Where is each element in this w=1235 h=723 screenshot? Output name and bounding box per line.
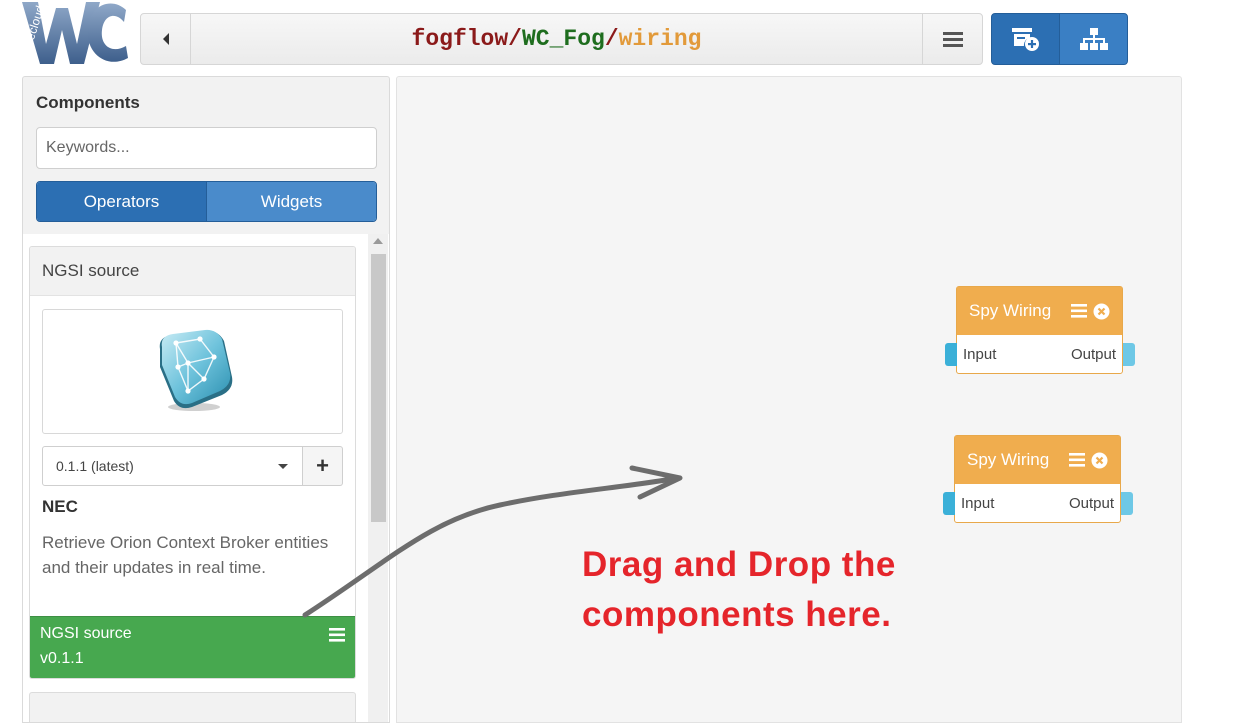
output-endpoint[interactable] xyxy=(1123,343,1135,366)
sidebar-title: Components xyxy=(36,93,140,112)
scroll-up-icon[interactable] xyxy=(373,238,383,244)
draggable-component[interactable]: NGSI source v0.1.1 xyxy=(30,616,355,678)
ngsi-source-logo-icon xyxy=(159,329,232,411)
hamburger-menu-icon[interactable] xyxy=(329,628,345,642)
operator-endpoints: Input Output xyxy=(955,484,1120,522)
back-button[interactable] xyxy=(141,14,191,64)
operator-title: Spy Wiring xyxy=(969,301,1052,320)
component-type-tabs: Operators Widgets xyxy=(36,181,377,222)
hamburger-menu-icon xyxy=(942,32,963,47)
version-select-value: 0.1.1 (latest) xyxy=(56,458,134,474)
version-row: 0.1.1 (latest) + xyxy=(42,446,343,486)
add-operator-button[interactable]: + xyxy=(303,446,343,486)
search-input[interactable] xyxy=(36,127,377,169)
draggable-component-version: v0.1.1 xyxy=(40,650,84,667)
components-sidebar: Components Operators Widgets NGSI source xyxy=(22,76,390,723)
annotation-line-1: Drag and Drop the xyxy=(582,545,896,584)
breadcrumb-view: wiring xyxy=(618,26,702,52)
scrollbar-thumb[interactable] xyxy=(371,254,386,522)
breadcrumb-owner[interactable]: fogflow xyxy=(412,26,509,52)
tab-widgets[interactable]: Widgets xyxy=(206,182,376,221)
add-component-icon xyxy=(1011,28,1039,51)
breadcrumb-workspace[interactable]: WC_Fog xyxy=(522,26,605,52)
hamburger-menu-icon[interactable] xyxy=(1069,453,1085,467)
operator-header[interactable]: Spy Wiring xyxy=(957,287,1122,335)
operator-spy-wiring[interactable]: Spy Wiring Input Output xyxy=(945,286,1135,374)
workspace-path-bar: fogflow / WC_Fog / wiring xyxy=(140,13,983,65)
component-card: NGSI source 0.1.1 (latest) + NEC Retriev… xyxy=(29,246,356,679)
operator-tools xyxy=(1071,303,1122,320)
hamburger-menu-icon[interactable] xyxy=(1071,304,1087,318)
component-list: NGSI source 0.1.1 (latest) + NEC Retriev… xyxy=(23,234,389,722)
output-endpoint[interactable] xyxy=(1121,492,1133,515)
close-circle-icon[interactable] xyxy=(1093,303,1110,320)
input-endpoint-label: Input xyxy=(963,345,997,363)
wirecloud-logo[interactable]: Wirecloud xyxy=(14,0,130,68)
input-endpoint-label: Input xyxy=(961,494,995,512)
caret-down-icon xyxy=(278,464,288,469)
breadcrumb-separator: / xyxy=(604,26,619,52)
sitemap-icon xyxy=(1079,28,1108,50)
input-endpoint[interactable] xyxy=(945,343,957,366)
drag-drop-annotation: Drag and Drop the components here. xyxy=(582,540,896,640)
output-endpoint-label: Output xyxy=(1068,494,1114,512)
operator-title: Spy Wiring xyxy=(967,450,1050,469)
component-description: Retrieve Orion Context Broker entities a… xyxy=(42,533,329,577)
component-vendor: NEC xyxy=(42,497,78,516)
breadcrumb-separator: / xyxy=(508,26,522,52)
component-card-next xyxy=(29,692,356,722)
output-endpoint-label: Output xyxy=(1070,345,1116,363)
workspace-menu-button[interactable] xyxy=(922,14,982,64)
behaviours-button[interactable] xyxy=(1059,14,1127,64)
wiring-editor-page: Wirecloud fogflow / WC_Fog / wiring Comp… xyxy=(0,0,1235,723)
operator-tools xyxy=(1069,452,1120,469)
breadcrumb: fogflow / WC_Fog / wiring xyxy=(191,14,922,64)
operator-spy-wiring[interactable]: Spy Wiring Input Output xyxy=(943,435,1133,523)
operator-header[interactable]: Spy Wiring xyxy=(955,436,1120,484)
annotation-line-2: components here. xyxy=(582,595,892,634)
close-circle-icon[interactable] xyxy=(1091,452,1108,469)
chevron-left-icon xyxy=(162,33,169,45)
component-thumbnail xyxy=(42,309,343,434)
version-select[interactable]: 0.1.1 (latest) xyxy=(42,446,303,486)
sidebar-scrollbar[interactable] xyxy=(368,234,388,722)
draggable-component-name: NGSI source xyxy=(40,625,132,642)
tab-operators[interactable]: Operators xyxy=(37,182,206,221)
add-component-button[interactable] xyxy=(992,14,1059,64)
wiring-toolbar xyxy=(991,13,1128,65)
component-card-title: NGSI source xyxy=(30,247,355,296)
input-endpoint[interactable] xyxy=(943,492,955,515)
operator-endpoints: Input Output xyxy=(957,335,1122,373)
